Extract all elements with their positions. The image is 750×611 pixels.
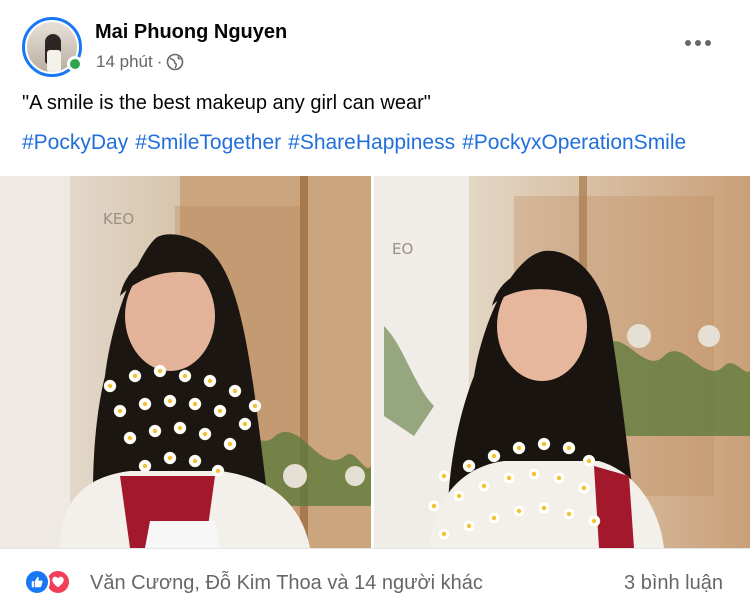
facebook-post: Mai Phuong Nguyen 14 phút · "A smile is …	[0, 0, 750, 611]
post-header: Mai Phuong Nguyen 14 phút ·	[22, 17, 728, 79]
more-options-button[interactable]	[678, 29, 718, 57]
avatar-figure-shirt	[47, 50, 61, 72]
photo-grid: KEO EO	[0, 176, 750, 548]
photo-2[interactable]: EO	[374, 176, 750, 548]
reaction-icons[interactable]	[24, 569, 71, 595]
photo-sign-text: EO	[392, 240, 413, 258]
hashtag-list: #PockyDay #SmileTogether #ShareHappiness…	[22, 131, 686, 155]
author-avatar[interactable]	[22, 17, 83, 77]
globe-icon[interactable]	[166, 53, 184, 71]
online-status-dot	[67, 56, 83, 72]
like-icon	[24, 569, 50, 595]
comment-count[interactable]: 3 bình luận	[624, 572, 723, 595]
post-time[interactable]: 14 phút	[96, 52, 153, 72]
author-name[interactable]: Mai Phuong Nguyen	[95, 21, 287, 44]
hashtag-link[interactable]: #ShareHappiness	[288, 131, 455, 155]
post-footer: Văn Cương, Đỗ Kim Thoa và 14 người khác …	[0, 548, 750, 611]
photo-1[interactable]: KEO	[0, 176, 371, 548]
post-meta: 14 phút ·	[96, 52, 184, 72]
more-icon	[685, 40, 691, 46]
more-icon-dot	[695, 40, 701, 46]
photo-sign-text: KEO	[103, 210, 134, 228]
more-icon-dot	[705, 40, 711, 46]
post-caption: "A smile is the best makeup any girl can…	[22, 92, 431, 114]
hashtag-link[interactable]: #SmileTogether	[135, 131, 281, 155]
reactors-summary[interactable]: Văn Cương, Đỗ Kim Thoa và 14 người khác	[90, 572, 483, 595]
hashtag-link[interactable]: #PockyDay	[22, 131, 128, 155]
meta-separator: ·	[156, 52, 163, 71]
hashtag-link[interactable]: #PockyxOperationSmile	[462, 131, 686, 155]
